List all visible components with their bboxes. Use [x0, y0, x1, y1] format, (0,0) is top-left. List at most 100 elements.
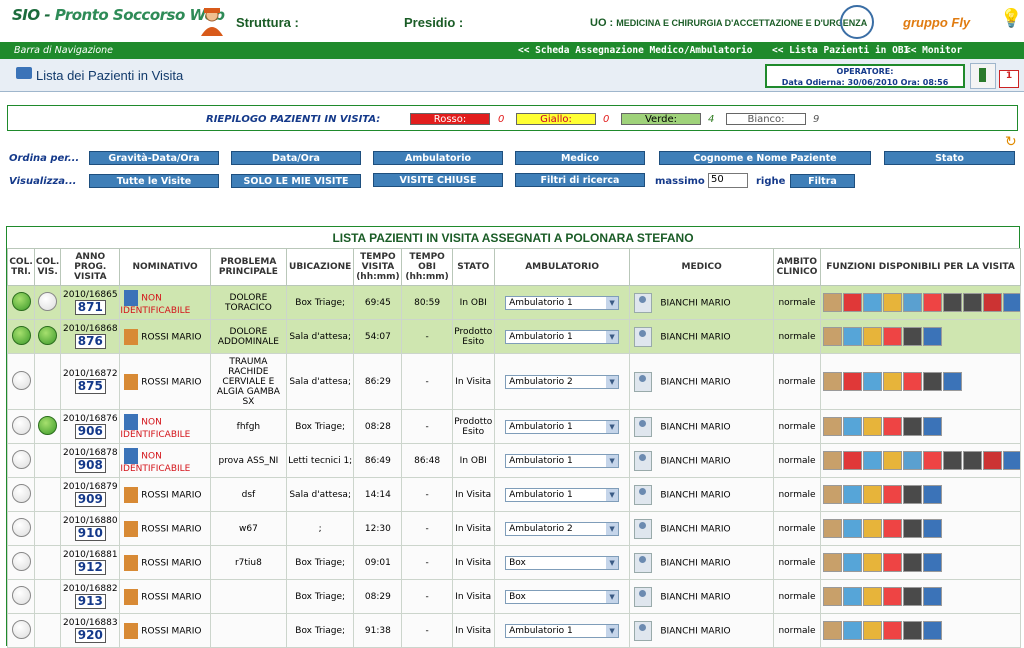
patient-card-icon[interactable]: [124, 373, 139, 390]
function-icon[interactable]: [903, 621, 923, 640]
function-icon[interactable]: [883, 417, 903, 436]
patient-card-icon[interactable]: [124, 588, 139, 605]
doctor-icon[interactable]: [634, 326, 653, 347]
function-icon[interactable]: [923, 553, 943, 572]
ambulatorio-select[interactable]: Ambulatorio 2: [505, 374, 620, 389]
function-icon[interactable]: [823, 293, 843, 312]
function-icon[interactable]: [863, 417, 883, 436]
view-mine-button[interactable]: SOLO LE MIE VISITE: [231, 174, 361, 188]
patient-card-icon[interactable]: [124, 289, 139, 306]
function-icon[interactable]: [923, 372, 943, 391]
calendar-icon[interactable]: 1: [999, 70, 1019, 88]
function-icon[interactable]: [883, 621, 903, 640]
visit-number[interactable]: 910: [74, 526, 106, 541]
function-icon[interactable]: [903, 372, 923, 391]
view-all-button[interactable]: Tutte le Visite: [89, 174, 219, 188]
function-icon[interactable]: [923, 451, 943, 470]
function-icon[interactable]: [883, 553, 903, 572]
function-icon[interactable]: [843, 621, 863, 640]
ambulatorio-select[interactable]: Ambulatorio 1: [505, 487, 620, 502]
ambulatorio-select[interactable]: Ambulatorio 1: [505, 329, 620, 344]
ambulatorio-select[interactable]: Box: [505, 589, 620, 604]
doctor-icon[interactable]: [634, 620, 653, 641]
patient-card-icon[interactable]: [124, 554, 139, 571]
doctor-icon[interactable]: [634, 292, 653, 313]
function-icon[interactable]: [923, 327, 943, 346]
function-icon[interactable]: [823, 587, 843, 606]
function-icon[interactable]: [863, 519, 883, 538]
visit-number[interactable]: 906: [74, 424, 106, 439]
function-icon[interactable]: [903, 327, 923, 346]
patient-card-icon[interactable]: [124, 447, 139, 464]
ambulatorio-select[interactable]: Ambulatorio 2: [505, 521, 620, 536]
function-icon[interactable]: [823, 372, 843, 391]
function-icon[interactable]: [903, 451, 923, 470]
sort-medico-button[interactable]: Medico: [515, 151, 645, 165]
function-icon[interactable]: [863, 293, 883, 312]
filtra-button[interactable]: Filtra: [790, 174, 855, 188]
function-icon[interactable]: [903, 417, 923, 436]
function-icon[interactable]: [1003, 293, 1020, 312]
function-icon[interactable]: [843, 327, 863, 346]
visit-number[interactable]: 909: [74, 492, 106, 507]
function-icon[interactable]: [823, 327, 843, 346]
function-icon[interactable]: [863, 553, 883, 572]
nav-link-lista-obi[interactable]: << Lista Pazienti in OBI: [772, 42, 909, 59]
function-icon[interactable]: [1003, 451, 1020, 470]
function-icon[interactable]: [823, 417, 843, 436]
function-icon[interactable]: [923, 519, 943, 538]
sort-nome-button[interactable]: Cognome e Nome Paziente: [659, 151, 871, 165]
function-icon[interactable]: [863, 451, 883, 470]
function-icon[interactable]: [843, 293, 863, 312]
function-icon[interactable]: [943, 293, 963, 312]
function-icon[interactable]: [963, 451, 983, 470]
function-icon[interactable]: [903, 293, 923, 312]
max-rows-input[interactable]: 50: [708, 173, 748, 188]
function-icon[interactable]: [843, 553, 863, 572]
sort-stato-button[interactable]: Stato: [884, 151, 1015, 165]
ambulatorio-select[interactable]: Ambulatorio 1: [505, 419, 620, 434]
function-icon[interactable]: [883, 451, 903, 470]
function-icon[interactable]: [923, 293, 943, 312]
function-icon[interactable]: [823, 621, 843, 640]
function-icon[interactable]: [863, 372, 883, 391]
doctor-icon[interactable]: [634, 484, 653, 505]
nav-link-scheda-assegnazione[interactable]: << Scheda Assegnazione Medico/Ambulatori…: [518, 42, 753, 59]
patient-card-icon[interactable]: [124, 486, 139, 503]
function-icon[interactable]: [963, 293, 983, 312]
doctor-icon[interactable]: [634, 450, 653, 471]
function-icon[interactable]: [843, 519, 863, 538]
function-icon[interactable]: [943, 372, 963, 391]
patient-card-icon[interactable]: [124, 622, 139, 639]
function-icon[interactable]: [843, 451, 863, 470]
lightbulb-icon[interactable]: 💡: [1000, 8, 1022, 29]
function-icon[interactable]: [823, 451, 843, 470]
ambulatorio-select[interactable]: Ambulatorio 1: [505, 623, 620, 638]
visit-number[interactable]: 871: [74, 300, 106, 315]
sort-ambulatorio-button[interactable]: Ambulatorio: [373, 151, 503, 165]
function-icon[interactable]: [883, 327, 903, 346]
visit-number[interactable]: 920: [74, 628, 106, 643]
search-filters-button[interactable]: Filtri di ricerca: [515, 173, 645, 187]
function-icon[interactable]: [883, 372, 903, 391]
function-icon[interactable]: [883, 519, 903, 538]
function-icon[interactable]: [883, 587, 903, 606]
doctor-icon[interactable]: [634, 416, 653, 437]
visit-number[interactable]: 913: [74, 594, 106, 609]
view-closed-button[interactable]: VISITE CHIUSE: [373, 173, 503, 187]
function-icon[interactable]: [903, 553, 923, 572]
patient-card-icon[interactable]: [124, 328, 139, 345]
function-icon[interactable]: [823, 485, 843, 504]
doctor-icon[interactable]: [634, 586, 653, 607]
function-icon[interactable]: [843, 417, 863, 436]
function-icon[interactable]: [903, 519, 923, 538]
doctor-icon[interactable]: [634, 371, 653, 392]
sort-gravita-button[interactable]: Gravità-Data/Ora: [89, 151, 219, 165]
ambulatorio-select[interactable]: Box: [505, 555, 620, 570]
function-icon[interactable]: [863, 485, 883, 504]
sort-data-ora-button[interactable]: Data/Ora: [231, 151, 361, 165]
function-icon[interactable]: [843, 372, 863, 391]
visit-number[interactable]: 875: [74, 379, 106, 394]
function-icon[interactable]: [903, 485, 923, 504]
function-icon[interactable]: [983, 451, 1003, 470]
